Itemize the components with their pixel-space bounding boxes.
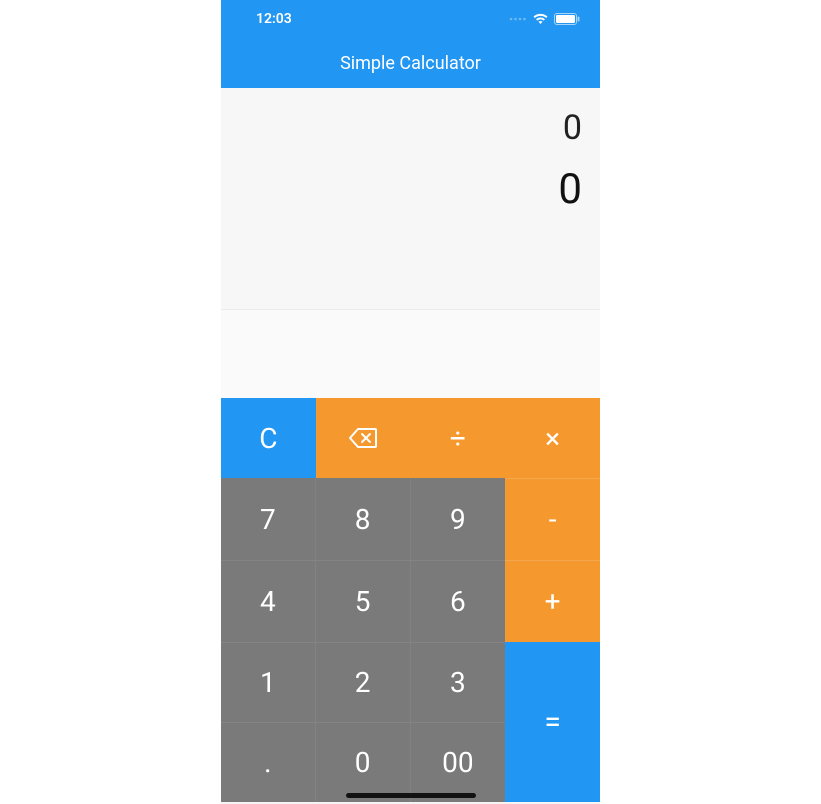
backspace-button[interactable] — [316, 398, 411, 478]
display-expression: 0 — [239, 106, 582, 150]
five-button[interactable]: 5 — [316, 560, 411, 642]
phone-frame: 12:03 — [221, 0, 600, 804]
double-zero-button[interactable]: 00 — [411, 722, 506, 802]
app-title: Simple Calculator — [340, 53, 481, 74]
six-button[interactable]: 6 — [411, 560, 506, 642]
subtract-button[interactable]: - — [505, 478, 600, 560]
status-time: 12:03 — [256, 11, 292, 27]
battery-icon — [554, 13, 580, 25]
cellular-dots-icon — [509, 16, 527, 22]
equals-button[interactable]: = — [505, 642, 600, 802]
add-button[interactable]: + — [505, 560, 600, 642]
nine-button[interactable]: 9 — [411, 478, 506, 560]
zero-button[interactable]: 0 — [316, 722, 411, 802]
backspace-icon — [349, 428, 377, 448]
seven-button[interactable]: 7 — [221, 478, 316, 560]
three-button[interactable]: 3 — [411, 642, 506, 722]
divide-button[interactable]: ÷ — [411, 398, 506, 478]
keypad: C ÷ × 7 8 9 - 4 5 6 + 1 2 3 = . 0 00 — [221, 398, 600, 804]
home-indicator[interactable] — [346, 793, 476, 798]
app-header: Simple Calculator — [221, 38, 600, 88]
eight-button[interactable]: 8 — [316, 478, 411, 560]
four-button[interactable]: 4 — [221, 560, 316, 642]
multiply-button[interactable]: × — [505, 398, 600, 478]
one-button[interactable]: 1 — [221, 642, 316, 722]
wifi-icon — [532, 13, 549, 25]
display-area: 0 0 — [221, 88, 600, 310]
status-bar: 12:03 — [221, 0, 600, 38]
spacer — [221, 310, 600, 398]
status-icons — [509, 13, 580, 25]
two-button[interactable]: 2 — [316, 642, 411, 722]
decimal-button[interactable]: . — [221, 722, 316, 802]
clear-button[interactable]: C — [221, 398, 316, 478]
display-result: 0 — [239, 165, 582, 215]
